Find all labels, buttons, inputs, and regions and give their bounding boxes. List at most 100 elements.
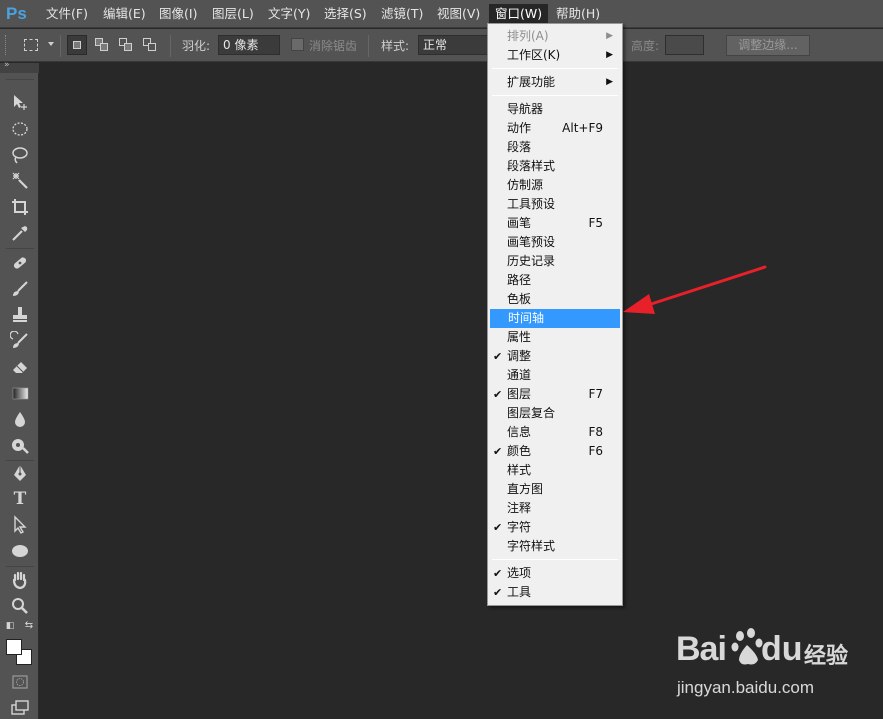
antialias-checkbox[interactable] (291, 38, 304, 51)
window-menu-item[interactable]: 注释 (489, 499, 621, 518)
window-menu-item[interactable]: 样式 (489, 461, 621, 480)
menu-item-label: 排列(A) (507, 29, 549, 43)
window-menu-item[interactable]: 画笔预设 (489, 233, 621, 252)
feather-input[interactable]: 0 像素 (218, 35, 280, 55)
antialias-label: 消除锯齿 (309, 39, 358, 53)
menu-edit[interactable]: 编辑(E) (97, 4, 152, 24)
window-menu-item[interactable]: 图层复合 (489, 404, 621, 423)
foreground-color-swatch[interactable] (6, 639, 22, 655)
chevron-down-icon[interactable] (48, 42, 54, 46)
path-selection-icon[interactable] (10, 515, 30, 535)
subtract-selection-button[interactable] (116, 35, 136, 55)
menu-item-label: 图层 (507, 387, 532, 401)
screen-mode-icon[interactable] (10, 697, 30, 717)
menu-item-shortcut: F6 (588, 444, 603, 458)
checkmark-icon: ✔ (493, 350, 503, 363)
window-menu-item[interactable]: 信息 F8 (489, 423, 621, 442)
menu-item-label: 图层复合 (507, 406, 556, 420)
gradient-icon[interactable] (10, 383, 30, 403)
zoom-icon[interactable] (10, 596, 30, 616)
menu-item-label: 字符样式 (507, 539, 556, 553)
window-menu-item[interactable]: 色板 (489, 290, 621, 309)
swap-colors-icon[interactable]: ⇆ (22, 619, 36, 633)
menu-filter[interactable]: 滤镜(T) (375, 4, 429, 24)
options-grip[interactable] (5, 35, 8, 55)
menu-help[interactable]: 帮助(H) (550, 4, 606, 24)
brush-icon[interactable] (10, 279, 30, 299)
window-menu-item[interactable]: 历史记录 (489, 252, 621, 271)
history-brush-icon[interactable] (9, 330, 30, 351)
window-menu-item[interactable]: 字符样式 (489, 537, 621, 556)
annotation-arrow (623, 265, 767, 314)
window-menu-item[interactable]: 时间轴 (490, 309, 620, 328)
window-menu-item[interactable]: ✔ 工具 (489, 583, 621, 602)
window-menu-item[interactable]: 工作区(K) ▶ (489, 46, 621, 65)
rect-marquee-preset-icon[interactable] (24, 39, 38, 51)
default-colors-icon[interactable]: ◧ (3, 619, 17, 633)
blur-icon[interactable] (10, 409, 30, 429)
menu-view[interactable]: 视图(V) (431, 4, 486, 24)
tools-panel-header[interactable]: » (0, 60, 39, 73)
hand-icon[interactable] (10, 570, 30, 590)
new-selection-button[interactable] (67, 35, 87, 55)
height-input[interactable] (665, 35, 704, 55)
crop-icon[interactable] (10, 197, 30, 217)
window-menu-item[interactable]: ✔ 颜色 F6 (489, 442, 621, 461)
lasso-icon[interactable] (10, 145, 30, 165)
menu-item-label: 动作 (507, 121, 532, 135)
clone-stamp-icon[interactable] (10, 305, 30, 325)
menu-window[interactable]: 窗口(W) (489, 4, 549, 24)
menu-item-label: 时间轴 (508, 311, 545, 325)
magic-wand-icon[interactable] (10, 171, 30, 191)
divider (6, 248, 34, 249)
dodge-icon[interactable] (10, 435, 30, 455)
window-menu-item[interactable]: 属性 (489, 328, 621, 347)
window-menu-item[interactable]: ✔ 字符 (489, 518, 621, 537)
type-icon[interactable]: T (10, 489, 30, 509)
window-menu-item[interactable]: ✔ 调整 (489, 347, 621, 366)
window-menu-item[interactable]: 扩展功能 ▶ (489, 73, 621, 92)
intersect-selection-button[interactable] (140, 35, 160, 55)
menu-item-label: 段落样式 (507, 159, 556, 173)
menu-item-label: 工具预设 (507, 197, 556, 211)
move-icon[interactable] (10, 92, 30, 112)
menu-item-label: 导航器 (507, 102, 544, 116)
photoshop-logo: Ps (6, 4, 27, 23)
menu-item-label: 颜色 (507, 444, 532, 458)
window-menu-item[interactable]: 通道 (489, 366, 621, 385)
style-select[interactable]: 正常 (418, 35, 488, 55)
window-menu-item[interactable]: 画笔 F5 (489, 214, 621, 233)
menu-separator (492, 68, 618, 69)
menu-item-label: 历史记录 (507, 254, 556, 268)
options-bar: 羽化: 0 像素 消除锯齿 样式: 正常 高度: 调整边缘... (0, 29, 883, 62)
window-menu-item[interactable]: ✔ 图层 F7 (489, 385, 621, 404)
window-menu-item[interactable]: 动作 Alt+F9 (489, 119, 621, 138)
add-to-selection-button[interactable] (92, 35, 112, 55)
refine-edge-button[interactable]: 调整边缘... (726, 35, 810, 56)
window-menu-item[interactable]: 段落 (489, 138, 621, 157)
window-menu-item[interactable]: 路径 (489, 271, 621, 290)
menu-layer[interactable]: 图层(L) (206, 4, 260, 24)
window-menu-item[interactable]: 仿制源 (489, 176, 621, 195)
checkmark-icon: ✔ (493, 586, 503, 599)
menu-item-label: 仿制源 (507, 178, 544, 192)
submenu-arrow-icon: ▶ (606, 77, 613, 87)
ellipse-shape-icon[interactable] (10, 541, 30, 561)
window-menu-item[interactable]: 工具预设 (489, 195, 621, 214)
baidu-paw-icon (731, 628, 763, 665)
menu-file[interactable]: 文件(F) (40, 4, 94, 24)
pen-icon[interactable] (10, 463, 30, 483)
window-menu-item[interactable]: 段落样式 (489, 157, 621, 176)
eyedropper-icon[interactable] (10, 223, 30, 243)
menu-type[interactable]: 文字(Y) (262, 4, 316, 24)
healing-brush-icon[interactable] (10, 253, 30, 273)
menu-image[interactable]: 图像(I) (153, 4, 203, 24)
window-menu-item[interactable]: ✔ 选项 (489, 564, 621, 583)
elliptical-marquee-icon[interactable] (10, 119, 30, 139)
quick-mask-icon[interactable] (10, 672, 30, 692)
window-menu-item[interactable]: 导航器 (489, 100, 621, 119)
menu-select[interactable]: 选择(S) (318, 4, 373, 24)
eraser-icon[interactable] (10, 357, 30, 377)
collapse-icon[interactable]: » (4, 60, 10, 70)
window-menu-item[interactable]: 直方图 (489, 480, 621, 499)
